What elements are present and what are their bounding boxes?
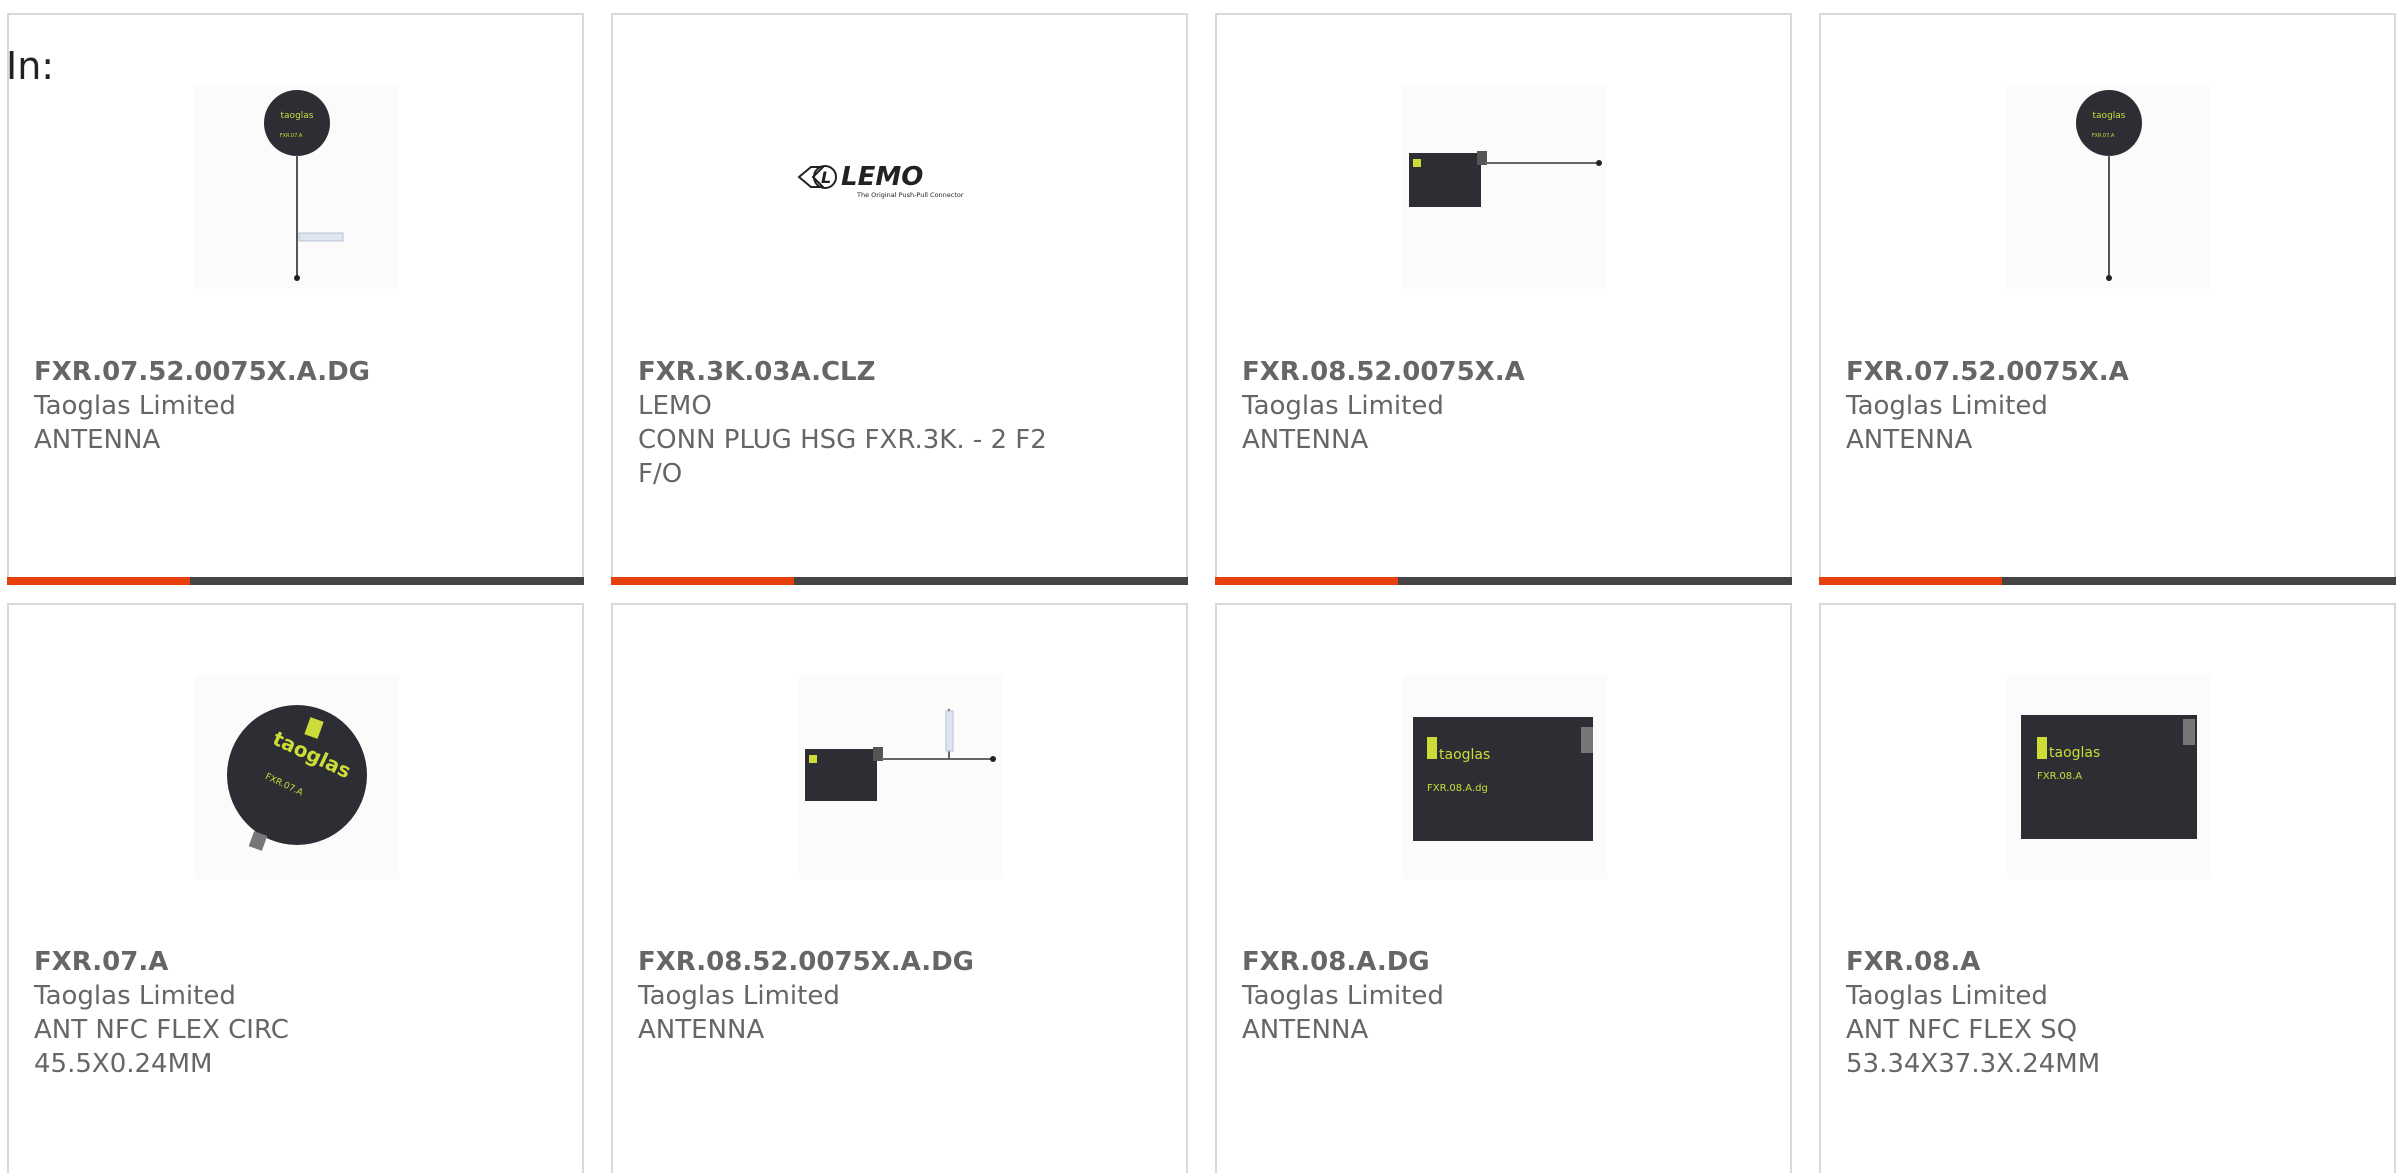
card-bottom-bar <box>1215 577 1792 585</box>
square-nfc-antenna-icon: taoglas FXR.08.A <box>2007 675 2211 879</box>
antenna-print-brand: taoglas <box>2049 745 2100 761</box>
svg-text:FXR.07.A: FXR.07.A <box>2092 133 2115 139</box>
logo-tagline: The Original Push-Pull Connector <box>856 191 964 199</box>
product-image[interactable] <box>1403 85 1607 289</box>
product-info: FXR.07.52.0075X.A Taoglas Limited ANTENN… <box>1846 355 2366 457</box>
card-accent-bar <box>1819 577 2002 585</box>
card-accent-bar <box>611 577 794 585</box>
product-info: FXR.08.A Taoglas Limited ANT NFC FLEX SQ… <box>1846 945 2366 1081</box>
product-info: FXR.08.52.0075X.A.DG Taoglas Limited ANT… <box>638 945 1158 1047</box>
svg-text:taoglas: taoglas <box>2093 111 2126 121</box>
card-bottom-bar <box>1819 577 2396 585</box>
svg-text:FXR.07.A: FXR.07.A <box>280 133 303 139</box>
product-card[interactable]: taoglas FXR.08.A FXR.08.A Taoglas Limite… <box>1819 603 2396 1173</box>
description: ANTENNA <box>1846 425 1973 455</box>
product-image[interactable]: taoglas FXR.07.A <box>195 675 399 879</box>
product-image[interactable]: taoglas FXR.08.A <box>2007 675 2211 879</box>
product-card[interactable]: FXR.08.52.0075X.A.DG Taoglas Limited ANT… <box>611 603 1188 1173</box>
card-bottom-bar <box>7 577 584 585</box>
description: ANT NFC FLEX SQ 53.34X37.3X.24MM <box>1846 1015 2101 1079</box>
logo-text: LEMO <box>841 162 923 192</box>
product-card[interactable]: FXR.08.52.0075X.A Taoglas Limited ANTENN… <box>1215 13 1792 585</box>
antenna-print-model: FXR.08.A.dg <box>1427 783 1488 794</box>
product-info: FXR.07.A Taoglas Limited ANT NFC FLEX CI… <box>34 945 554 1081</box>
manufacturer: Taoglas Limited <box>1846 391 2048 421</box>
antenna-print-model: FXR.08.A <box>2037 771 2082 782</box>
round-nfc-antenna-icon: taoglas FXR.07.A <box>2007 85 2211 289</box>
description: ANT NFC FLEX CIRC 45.5X0.24MM <box>34 1015 289 1079</box>
round-nfc-antenna-icon: taoglas FXR.07.A <box>195 85 399 289</box>
antenna-print-brand: taoglas <box>1439 747 1490 763</box>
manufacturer: Taoglas Limited <box>1846 981 2048 1011</box>
part-number-link[interactable]: FXR.08.A <box>1846 945 2366 979</box>
description: ANTENNA <box>34 425 161 455</box>
description: ANTENNA <box>1242 425 1369 455</box>
part-number-link[interactable]: FXR.07.A <box>34 945 554 979</box>
square-nfc-antenna-icon <box>799 675 1003 879</box>
product-info: FXR.08.A.DG Taoglas Limited ANTENNA <box>1242 945 1762 1047</box>
description: ANTENNA <box>1242 1015 1369 1045</box>
product-image[interactable]: taoglas FXR.08.A.dg <box>1403 675 1607 879</box>
square-nfc-antenna-icon <box>1403 85 1607 289</box>
product-card[interactable]: taoglas FXR.07.A FXR.07.52.0075X.A.DG Ta… <box>7 13 584 585</box>
round-nfc-antenna-icon: taoglas FXR.07.A <box>195 675 399 879</box>
part-number-link[interactable]: FXR.07.52.0075X.A.DG <box>34 355 554 389</box>
product-info: FXR.3K.03A.CLZ LEMO CONN PLUG HSG FXR.3K… <box>638 355 1158 491</box>
svg-text:taoglas: taoglas <box>281 111 314 121</box>
product-image[interactable]: taoglas FXR.07.A <box>2007 85 2211 289</box>
lemo-logo-icon: L LEMO The Original Push-Pull Connector <box>797 85 1001 289</box>
manufacturer: Taoglas Limited <box>34 981 236 1011</box>
product-image[interactable]: L LEMO The Original Push-Pull Connector <box>797 85 1001 289</box>
description: CONN PLUG HSG FXR.3K. - 2 F2 F/O <box>638 425 1047 489</box>
part-number-link[interactable]: FXR.08.52.0075X.A.DG <box>638 945 1158 979</box>
square-nfc-antenna-icon: taoglas FXR.08.A.dg <box>1403 675 1607 879</box>
product-card[interactable]: L LEMO The Original Push-Pull Connector … <box>611 13 1188 585</box>
manufacturer: LEMO <box>638 391 712 421</box>
product-info: FXR.08.52.0075X.A Taoglas Limited ANTENN… <box>1242 355 1762 457</box>
product-info: FXR.07.52.0075X.A.DG Taoglas Limited ANT… <box>34 355 554 457</box>
part-number-link[interactable]: FXR.3K.03A.CLZ <box>638 355 1158 389</box>
manufacturer: Taoglas Limited <box>638 981 840 1011</box>
product-card[interactable]: taoglas FXR.07.A FXR.07.A Taoglas Limite… <box>7 603 584 1173</box>
product-image[interactable]: taoglas FXR.07.A <box>195 85 399 289</box>
manufacturer: Taoglas Limited <box>1242 391 1444 421</box>
part-number-link[interactable]: FXR.07.52.0075X.A <box>1846 355 2366 389</box>
card-accent-bar <box>1215 577 1398 585</box>
part-number-link[interactable]: FXR.08.A.DG <box>1242 945 1762 979</box>
filter-label: In: <box>6 44 55 88</box>
product-card[interactable]: taoglas FXR.08.A.dg FXR.08.A.DG Taoglas … <box>1215 603 1792 1173</box>
manufacturer: Taoglas Limited <box>34 391 236 421</box>
product-image[interactable] <box>799 675 1003 879</box>
description: ANTENNA <box>638 1015 765 1045</box>
product-card[interactable]: taoglas FXR.07.A FXR.07.52.0075X.A Taogl… <box>1819 13 2396 585</box>
svg-text:L: L <box>821 168 831 187</box>
card-accent-bar <box>7 577 190 585</box>
card-bottom-bar <box>611 577 1188 585</box>
part-number-link[interactable]: FXR.08.52.0075X.A <box>1242 355 1762 389</box>
manufacturer: Taoglas Limited <box>1242 981 1444 1011</box>
